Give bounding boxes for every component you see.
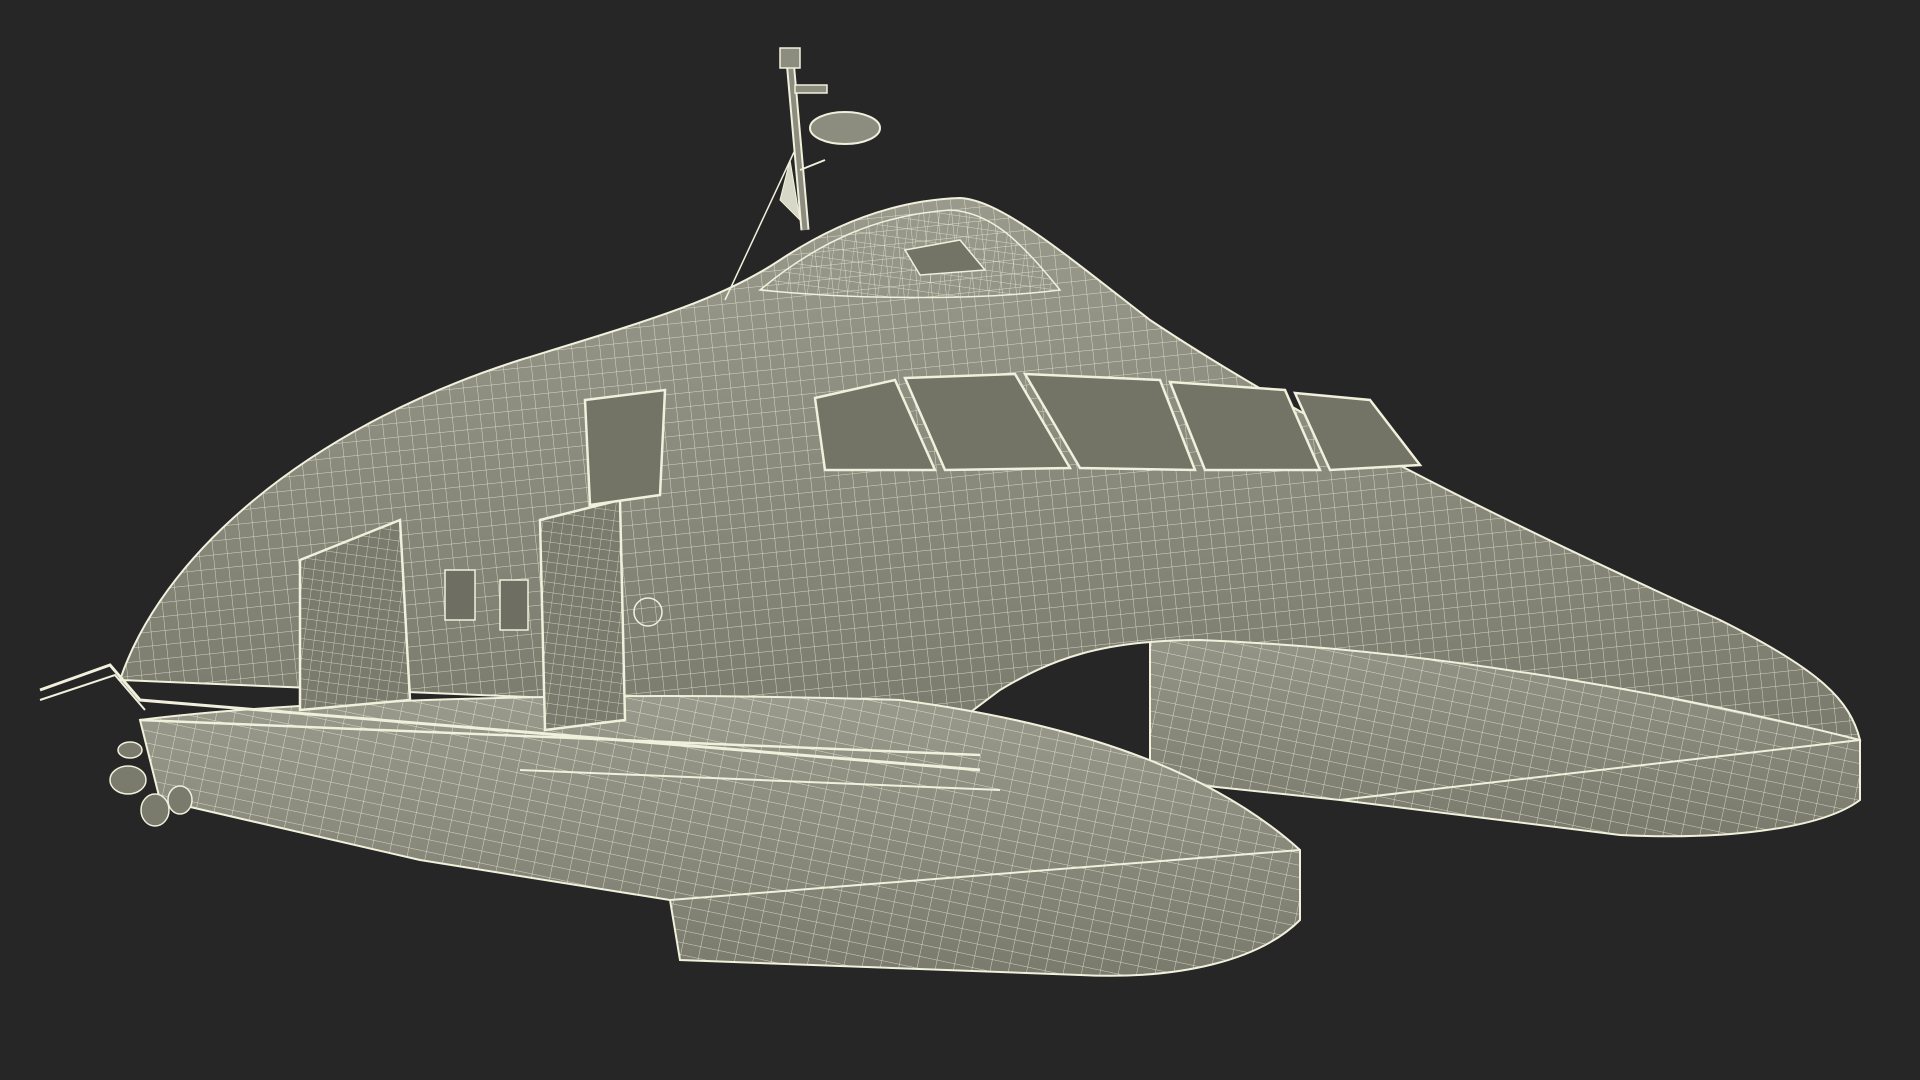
render-viewport xyxy=(0,0,1920,1080)
wireframe-render xyxy=(0,0,1920,1080)
wireframe-scene xyxy=(39,47,1862,977)
left-hull xyxy=(138,695,1301,977)
